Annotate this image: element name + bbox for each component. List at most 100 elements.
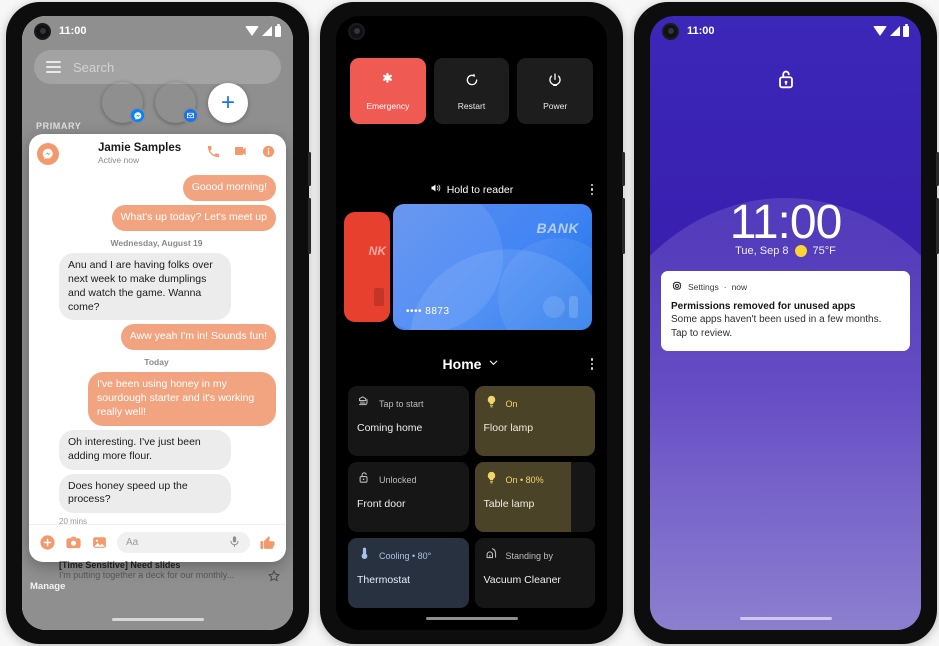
emergency-button[interactable]: Emergency: [350, 58, 426, 124]
wifi-icon: [873, 26, 887, 36]
manage-notifications-button[interactable]: Manage: [30, 581, 65, 592]
message-bubble: Anu and I are having folks over next wee…: [59, 252, 231, 321]
wallet-header: Hold to reader: [336, 182, 607, 197]
control-status: Tap to start: [379, 399, 424, 409]
info-icon[interactable]: [261, 144, 276, 164]
status-bar: 11:00: [650, 16, 921, 46]
signal-icon: [890, 26, 900, 36]
video-icon[interactable]: [233, 143, 249, 164]
plus-icon[interactable]: [39, 534, 56, 551]
status-icons: [873, 23, 909, 37]
call-icon[interactable]: [206, 144, 221, 164]
camera-punchhole-icon: [348, 22, 365, 40]
conversation-actions: [206, 143, 276, 164]
mic-icon[interactable]: [228, 535, 241, 551]
phone-device-messenger: 11:00 Search PRIMARY + Jamie Samples Act…: [6, 2, 311, 644]
restart-label: Restart: [457, 100, 486, 111]
chat-head-jamie[interactable]: [102, 82, 146, 124]
search-input[interactable]: Search: [73, 60, 114, 75]
control-tile-floor-lamp[interactable]: On Floor lamp: [474, 386, 595, 456]
chevron-down-icon[interactable]: [487, 356, 500, 372]
power-label: Power: [543, 100, 568, 111]
home-controls-header[interactable]: Home: [336, 356, 607, 372]
phone-device-power-menu: Emergency Restart Power Hold to reader N…: [320, 2, 625, 644]
wifi-icon: [245, 26, 259, 36]
signal-icon: [262, 26, 272, 36]
message-input-placeholder: Aa: [126, 537, 139, 548]
thermostat-icon: [357, 546, 372, 566]
gallery-icon[interactable]: [91, 534, 108, 551]
power-off-button[interactable]: Power: [517, 58, 594, 124]
volume-button[interactable]: [308, 152, 311, 186]
add-bubble-button[interactable]: +: [208, 82, 248, 123]
unlocked-padlock-icon[interactable]: [650, 68, 921, 92]
battery-icon: [903, 23, 909, 37]
message-row: Does honey speed up the process?: [37, 473, 276, 514]
chat-head-contact-two[interactable]: [155, 82, 199, 124]
home-controls-grid: Tap to start Coming home On Floor lamp U…: [348, 386, 595, 608]
control-tile-table-lamp[interactable]: On • 80% Table lamp: [474, 462, 595, 532]
avatar: [37, 453, 54, 470]
message-row: Aww yeah I'm in! Sounds fun!: [37, 324, 276, 351]
notification-app-row: Settings · now: [671, 280, 900, 294]
message-bubble: Goood morning!: [182, 175, 276, 202]
avatar: [33, 560, 52, 579]
control-tile-vacuum[interactable]: Standing by Vacuum Cleaner: [474, 538, 595, 608]
navigation-pill[interactable]: [425, 617, 518, 620]
unlock-icon: [357, 470, 372, 490]
notification-app-name: Settings: [688, 282, 719, 292]
lockscreen-notification[interactable]: Settings · now Permissions removed for u…: [661, 271, 910, 351]
routine-icon: [357, 394, 372, 414]
control-title: Thermostat: [357, 574, 411, 586]
power-menu-screen: Emergency Restart Power Hold to reader N…: [336, 16, 607, 630]
control-status: Standing by: [505, 551, 554, 561]
background-notification[interactable]: [Time Sensitive] Need slides I'm putting…: [29, 556, 286, 596]
presence-status: Active now: [98, 155, 140, 166]
three-phone-showcase: 11:00 Search PRIMARY + Jamie Samples Act…: [0, 0, 939, 646]
overflow-menu-icon[interactable]: [590, 183, 593, 196]
camera-icon[interactable]: [65, 534, 82, 551]
contact-avatar[interactable]: [67, 142, 90, 165]
message-row: What's up today? Let's meet up: [37, 205, 276, 231]
control-status: Unlocked: [379, 475, 417, 485]
emergency-label: Emergency: [366, 101, 410, 111]
control-status: On: [505, 399, 518, 409]
menu-icon[interactable]: [46, 61, 61, 73]
power-button[interactable]: [622, 198, 625, 254]
settings-gear-icon: [671, 280, 683, 294]
messenger-icon[interactable]: [37, 142, 59, 165]
payment-card-blue[interactable]: BANK •••• 8873: [393, 204, 592, 330]
navigation-pill[interactable]: [739, 617, 832, 620]
card-brand: BANK: [536, 220, 579, 236]
thumbs-up-icon[interactable]: [259, 534, 276, 551]
notification-title: [Time Sensitive] Need slides: [59, 560, 181, 570]
overflow-menu-icon[interactable]: [590, 358, 593, 370]
message-thread[interactable]: Goood morning! What's up today? Let's me…: [29, 171, 286, 524]
phone2-screen: Emergency Restart Power Hold to reader N…: [336, 16, 607, 630]
message-bubble: Aww yeah I'm in! Sounds fun!: [120, 324, 276, 351]
control-tile-front-door[interactable]: Unlocked Front door: [348, 462, 469, 532]
restart-button[interactable]: Restart: [433, 58, 510, 124]
control-tile-thermostat[interactable]: Cooling • 80° Thermostat: [348, 538, 469, 608]
power-button[interactable]: [308, 198, 311, 254]
star-icon[interactable]: [267, 569, 281, 586]
wallet-card-carousel[interactable]: NK BANK •••• 8873: [336, 204, 607, 330]
navigation-pill[interactable]: [111, 618, 204, 621]
message-bubble: Oh interesting. I've just been adding mo…: [59, 429, 231, 470]
lock-screen: 11:00 11:00 Tue, Sep 8 75°F Settings · n…: [650, 16, 921, 630]
volume-button[interactable]: [622, 152, 625, 186]
payment-card-red[interactable]: NK: [344, 212, 390, 322]
control-tile-coming-home[interactable]: Tap to start Coming home: [348, 386, 469, 456]
profile-avatar[interactable]: [251, 82, 279, 110]
lockscreen-date-weather: Tue, Sep 8 75°F: [650, 245, 921, 257]
card-number: •••• 8873: [406, 306, 450, 317]
messenger-badge: [129, 107, 146, 124]
notification-separator: ·: [723, 282, 727, 292]
control-status: Cooling • 80°: [379, 551, 432, 561]
expanded-bubble-conversation: Jamie Samples Active now Goood morning! …: [29, 134, 286, 562]
message-input[interactable]: Aa: [117, 532, 250, 553]
messenger-search-bar[interactable]: Search: [34, 50, 281, 84]
status-bar: [336, 16, 607, 46]
status-bar: 11:00: [22, 16, 293, 46]
message-row: Anu and I are having folks over next wee…: [37, 252, 276, 321]
